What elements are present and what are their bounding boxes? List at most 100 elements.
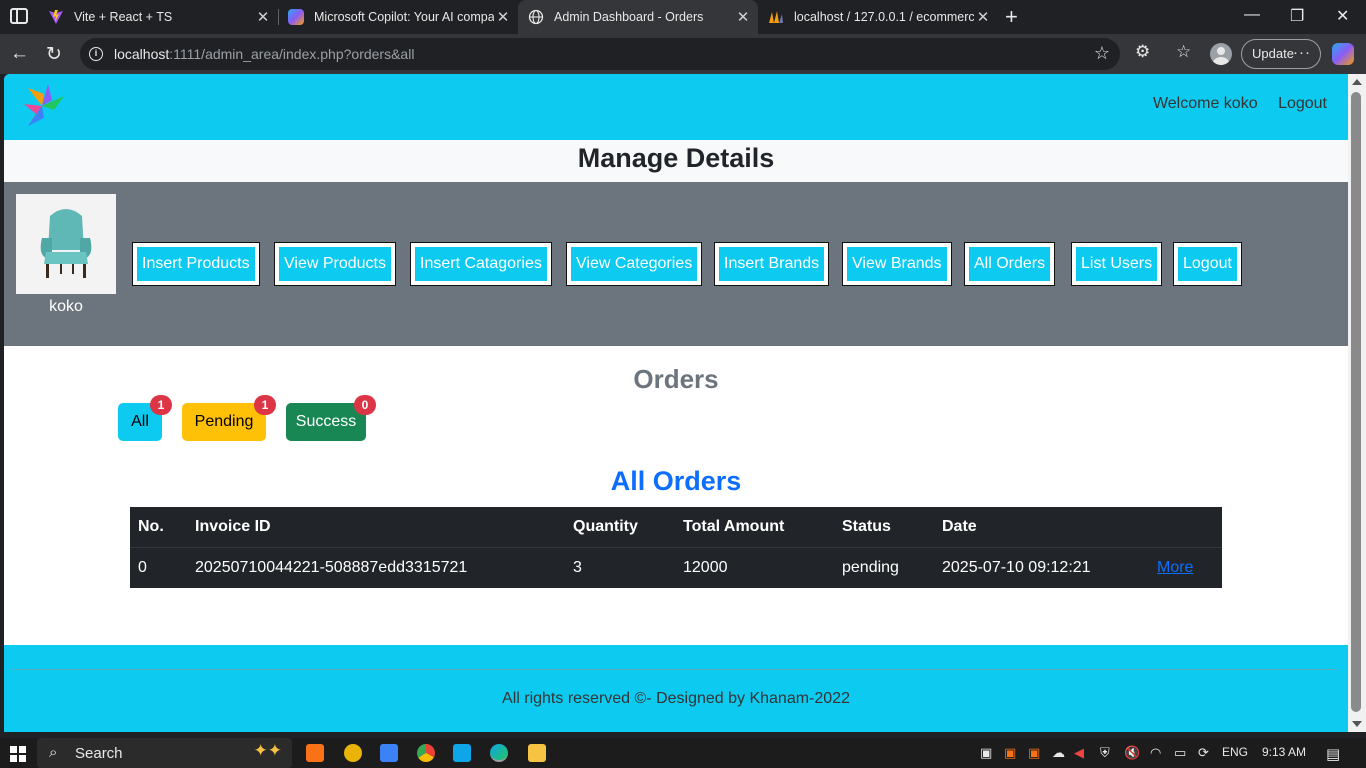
file-explorer-app-icon[interactable] xyxy=(528,744,546,762)
clock[interactable]: 9:13 AM xyxy=(1262,745,1306,759)
tab-admin-dashboard[interactable]: Admin Dashboard - Orders ✕ xyxy=(518,0,758,34)
page-scrollbar[interactable] xyxy=(1348,74,1366,732)
notifications-icon[interactable]: ▤ xyxy=(1326,745,1340,763)
close-tab-icon[interactable]: ✕ xyxy=(974,8,992,26)
security-shield-icon[interactable]: ⛨ xyxy=(1100,745,1110,761)
cell-invoice-id: 20250710044221-508887edd3315721 xyxy=(195,558,468,576)
wifi-icon[interactable]: ◠ xyxy=(1150,745,1161,761)
browser-tab-strip: Vite + React + TS ✕ Microsoft Copilot: Y… xyxy=(0,0,1366,34)
back-icon[interactable]: ← xyxy=(10,43,29,65)
folder-fox-app-icon[interactable] xyxy=(344,744,362,762)
more-options-icon[interactable]: ··· xyxy=(1293,39,1311,67)
filter-all-button[interactable]: All 1 xyxy=(118,395,172,441)
copilot-sidebar-icon[interactable] xyxy=(1332,43,1354,65)
column-header: No. xyxy=(130,507,187,548)
profile-avatar-icon[interactable] xyxy=(1210,43,1232,65)
admin-name: koko xyxy=(49,298,83,315)
site-navbar: Welcome koko Logout xyxy=(4,74,1348,140)
new-tab-icon[interactable]: + xyxy=(1005,4,1018,30)
xampp-tray-icon[interactable]: ▣ xyxy=(1004,745,1016,761)
tab-vite[interactable]: Vite + React + TS ✕ xyxy=(38,0,278,34)
cell-status: pending xyxy=(842,558,899,576)
windows-start-icon[interactable] xyxy=(10,746,26,762)
tray-app-icon[interactable]: ▣ xyxy=(980,745,992,761)
restore-icon[interactable]: ❐ xyxy=(1290,6,1304,26)
table-header-row: No. Invoice ID Quantity Total Amount Sta… xyxy=(130,507,1222,548)
all-orders-button[interactable]: All Orders xyxy=(964,242,1056,286)
admin-menu-panel: koko Insert Products View Products Inser… xyxy=(4,182,1348,346)
admin-avatar xyxy=(16,194,116,294)
xampp-tray-icon[interactable]: ▣ xyxy=(1028,745,1040,761)
phpmyadmin-icon xyxy=(769,11,783,23)
orders-table: No. Invoice ID Quantity Total Amount Sta… xyxy=(130,507,1222,588)
volume-muted-icon[interactable]: 🔇 xyxy=(1124,745,1140,761)
filter-pending-button[interactable]: Pending 1 xyxy=(182,395,276,441)
footer-text: All rights reserved ©- Designed by Khana… xyxy=(502,690,850,707)
column-header: Status xyxy=(834,507,934,548)
column-header: Quantity xyxy=(565,507,675,548)
welcome-link[interactable]: Welcome koko xyxy=(1153,95,1258,112)
tab-phpmyadmin[interactable]: localhost / 127.0.0.1 / ecommerce ✕ xyxy=(758,0,998,34)
order-count-badge: 0 xyxy=(354,395,376,415)
view-products-button[interactable]: View Products xyxy=(274,242,396,286)
insert-brands-button[interactable]: Insert Brands xyxy=(714,242,830,286)
vite-icon xyxy=(49,10,63,24)
tab-title: Vite + React + TS xyxy=(74,10,173,24)
scroll-thumb[interactable] xyxy=(1351,92,1361,712)
column-header: Total Amount xyxy=(675,507,834,548)
view-categories-button[interactable]: View Categories xyxy=(566,242,703,286)
scroll-up-arrow-icon[interactable] xyxy=(1352,79,1362,85)
close-tab-icon[interactable]: ✕ xyxy=(494,8,512,26)
orders-heading: Orders xyxy=(633,364,719,394)
insert-categories-button[interactable]: Insert Catagories xyxy=(410,242,552,286)
close-tab-icon[interactable]: ✕ xyxy=(734,8,752,26)
tab-copilot[interactable]: Microsoft Copilot: Your AI compa ✕ xyxy=(278,0,518,34)
address-bar[interactable]: i localhost:1111/admin_area/index.php?or… xyxy=(80,38,1120,70)
column-header: Date xyxy=(934,507,1149,548)
reload-icon[interactable]: ↻ xyxy=(46,43,62,66)
more-link[interactable]: More xyxy=(1157,559,1193,576)
browser-toolbar: ← ↻ i localhost:1111/admin_area/index.ph… xyxy=(0,34,1366,74)
chrome-app-icon[interactable] xyxy=(417,744,435,762)
battery-icon[interactable]: ▭ xyxy=(1174,745,1186,761)
minimize-icon[interactable]: — xyxy=(1244,6,1260,24)
site-info-icon[interactable]: i xyxy=(89,47,103,61)
close-tab-icon[interactable]: ✕ xyxy=(254,8,272,26)
column-header: Invoice ID xyxy=(187,507,565,548)
url-text: localhost:1111/admin_area/index.php?orde… xyxy=(114,46,415,62)
volume-alert-icon[interactable]: ◀ xyxy=(1074,745,1084,761)
filter-success-button[interactable]: Success 0 xyxy=(286,395,376,441)
update-button[interactable]: Update ··· xyxy=(1241,39,1321,69)
scroll-down-arrow-icon[interactable] xyxy=(1352,721,1362,727)
logout-link[interactable]: Logout xyxy=(1278,95,1327,112)
language-indicator[interactable]: ENG xyxy=(1222,745,1248,759)
bookmark-star-icon[interactable]: ☆ xyxy=(1094,43,1110,64)
vscode-app-icon[interactable] xyxy=(453,744,471,762)
view-brands-button[interactable]: View Brands xyxy=(842,242,952,286)
nav-links: Welcome koko Logout xyxy=(1137,95,1327,113)
tab-title: Microsoft Copilot: Your AI compa xyxy=(314,10,494,24)
copilot-icon xyxy=(288,9,304,25)
list-users-button[interactable]: List Users xyxy=(1071,242,1163,286)
globe-icon xyxy=(528,9,544,25)
insert-products-button[interactable]: Insert Products xyxy=(132,242,260,286)
extensions-icon[interactable]: ⚙ xyxy=(1135,42,1150,62)
display-app-icon[interactable] xyxy=(380,744,398,762)
favorites-icon[interactable]: ☆ xyxy=(1176,42,1191,62)
site-logo[interactable] xyxy=(18,80,66,128)
xampp-app-icon[interactable] xyxy=(306,744,324,762)
cell-total-amount: 12000 xyxy=(683,558,728,576)
admin-logout-button[interactable]: Logout xyxy=(1173,242,1242,286)
taskbar-search[interactable]: ⌕ Search ✦✦ xyxy=(37,738,292,768)
cell-action: More xyxy=(1149,547,1222,588)
cell-no: 0 xyxy=(138,558,147,576)
sync-icon[interactable]: ⟳ xyxy=(1198,745,1209,761)
edge-app-icon[interactable] xyxy=(490,744,508,762)
page-viewport: Welcome koko Logout Manage Details koko … xyxy=(4,74,1348,732)
onedrive-icon[interactable]: ☁ xyxy=(1052,745,1065,761)
tab-title: localhost / 127.0.0.1 / ecommerce xyxy=(794,10,974,24)
cell-date: 2025-07-10 09:12:21 xyxy=(942,558,1091,576)
column-header-action xyxy=(1149,507,1222,548)
close-window-icon[interactable]: ✕ xyxy=(1336,6,1349,26)
tab-actions-icon[interactable] xyxy=(10,8,28,24)
